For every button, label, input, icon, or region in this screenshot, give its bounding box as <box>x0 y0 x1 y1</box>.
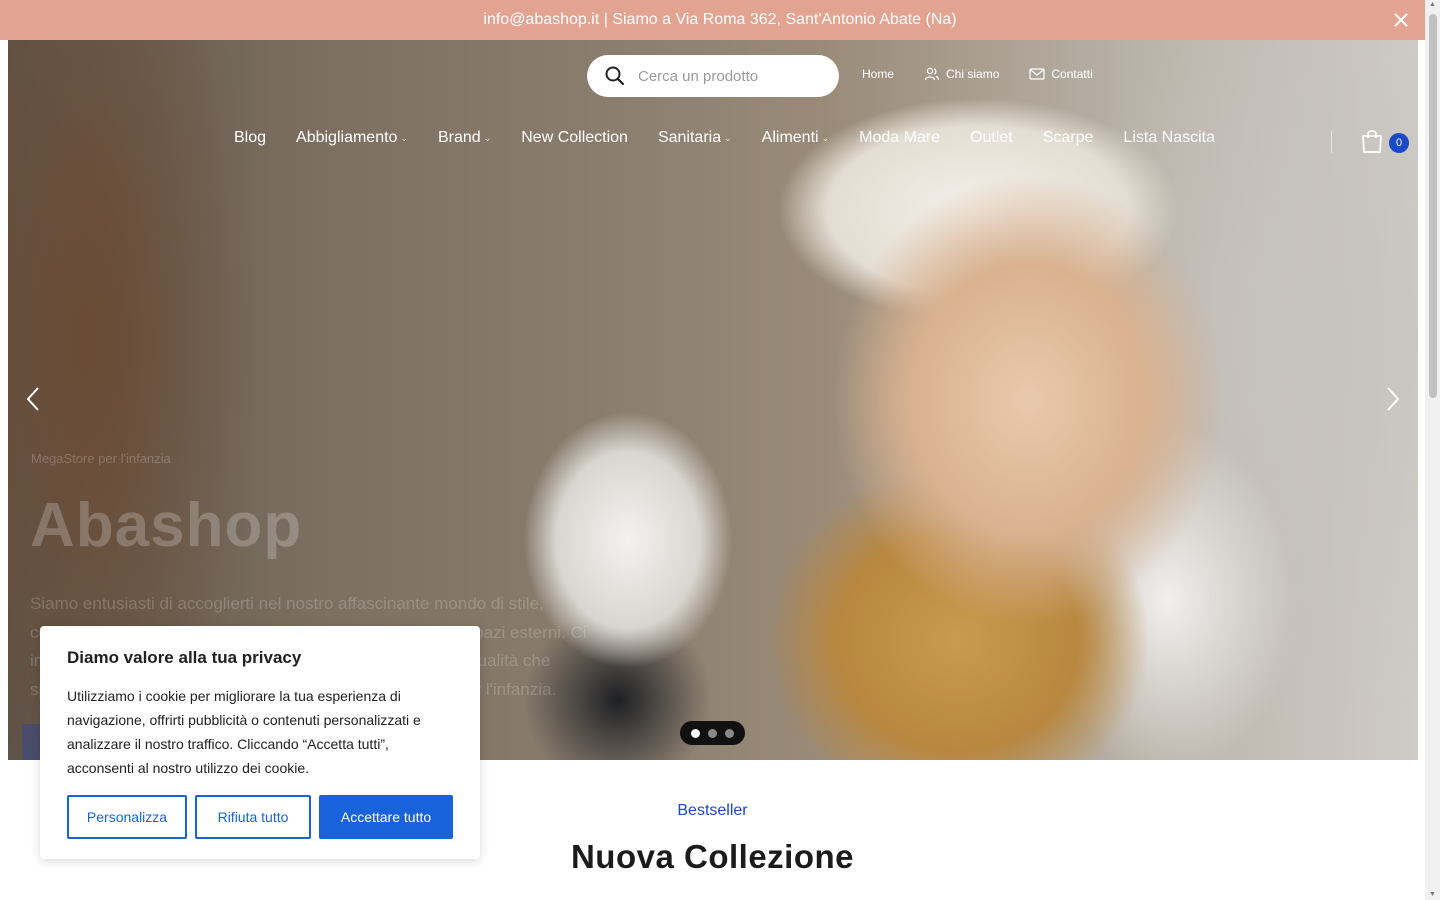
reject-all-button[interactable]: Rifiuta tutto <box>195 795 311 839</box>
nav-item-abbigliamento[interactable]: Abbigliamento ⌄ <box>296 129 408 147</box>
nav-item-new-collection[interactable]: New Collection <box>521 129 628 147</box>
nav-item-label: Scarpe <box>1042 129 1094 146</box>
slider-dot[interactable] <box>691 728 700 738</box>
cart-count-badge: 0 <box>1389 133 1409 153</box>
about-link[interactable]: Chi siamo <box>924 67 999 81</box>
contacts-link[interactable]: Contatti <box>1029 67 1093 81</box>
scroll-up-icon[interactable]: ▲ <box>1429 1 1436 8</box>
mail-icon <box>1029 68 1045 80</box>
chevron-left-icon[interactable] <box>22 385 46 413</box>
search-icon[interactable] <box>604 65 626 87</box>
users-icon <box>924 67 940 81</box>
hero-title: Abashop <box>30 491 303 560</box>
main-navigation: Blog Abbigliamento ⌄ Brand ⌄ New Collectio… <box>234 129 1245 147</box>
scrollbar[interactable]: ▲ ▼ <box>1425 0 1440 900</box>
customize-button[interactable]: Personalizza <box>67 795 187 839</box>
nav-item-alimenti[interactable]: Alimenti ⌄ <box>762 129 829 147</box>
slider-dot[interactable] <box>708 728 717 738</box>
nav-item-label: Brand <box>437 129 481 146</box>
nav-item-label: Moda Mare <box>859 129 941 146</box>
chevron-down-icon: ⌄ <box>483 132 492 143</box>
accept-all-button[interactable]: Accettare tutto <box>319 795 453 839</box>
top-links: Home Chi siamo Contatti <box>862 67 1093 81</box>
scrollbar-thumb[interactable] <box>1429 14 1437 398</box>
cookie-body: Utilizziamo i cookie per migliorare la t… <box>67 688 421 776</box>
nav-item-lista-nascita[interactable]: Lista Nascita <box>1123 129 1215 147</box>
nav-item-label: Lista Nascita <box>1123 129 1216 146</box>
nav-item-label: Alimenti <box>761 129 819 146</box>
nav-item-moda-mare[interactable]: Moda Mare <box>859 129 940 147</box>
nav-item-label: Blog <box>234 129 267 146</box>
nav-item-sanitaria[interactable]: Sanitaria ⌄ <box>658 129 732 147</box>
hero-kicker: MegaStore per l'infanzia <box>31 451 171 466</box>
cookie-title: Diamo valore alla tua privacy <box>67 648 302 667</box>
nav-divider <box>1331 131 1332 153</box>
chevron-down-icon: ⌄ <box>821 132 830 143</box>
announcement-text: info@abashop.it | Siamo a Via Roma 362, … <box>483 11 957 28</box>
about-link-label: Chi siamo <box>946 67 1000 81</box>
slider-dot[interactable] <box>725 728 734 738</box>
slider-pagination <box>680 721 745 745</box>
contacts-link-label: Contatti <box>1051 67 1093 81</box>
nav-item-label: New Collection <box>521 129 628 146</box>
nav-item-label: Abbigliamento <box>296 129 398 146</box>
shopping-bag-icon <box>1362 130 1382 153</box>
nav-item-blog[interactable]: Blog <box>234 129 266 147</box>
cookie-consent-dialog: Diamo valore alla tua privacy Utilizziam… <box>40 626 480 859</box>
scroll-down-icon[interactable]: ▼ <box>1429 891 1436 898</box>
home-link[interactable]: Home <box>862 67 894 81</box>
chevron-down-icon: ⌄ <box>724 132 732 143</box>
cart-button[interactable]: 0 <box>1360 128 1410 156</box>
chevron-right-icon[interactable] <box>1380 385 1404 413</box>
search-input[interactable] <box>638 67 828 85</box>
nav-item-outlet[interactable]: Outlet <box>970 129 1013 147</box>
nav-item-label: Outlet <box>970 129 1013 146</box>
search-box <box>587 55 839 97</box>
chevron-down-icon: ⌄ <box>400 132 408 143</box>
nav-item-brand[interactable]: Brand ⌄ <box>438 129 491 147</box>
cookie-actions: Personalizza Rifiuta tutto Accettare tut… <box>67 795 453 839</box>
nav-item-label: Sanitaria <box>657 129 722 146</box>
home-link-label: Home <box>862 67 895 81</box>
announcement-bar: info@abashop.it | Siamo a Via Roma 362, … <box>0 0 1440 40</box>
nav-item-scarpe[interactable]: Scarpe <box>1043 129 1094 147</box>
close-icon[interactable] <box>1390 9 1412 31</box>
